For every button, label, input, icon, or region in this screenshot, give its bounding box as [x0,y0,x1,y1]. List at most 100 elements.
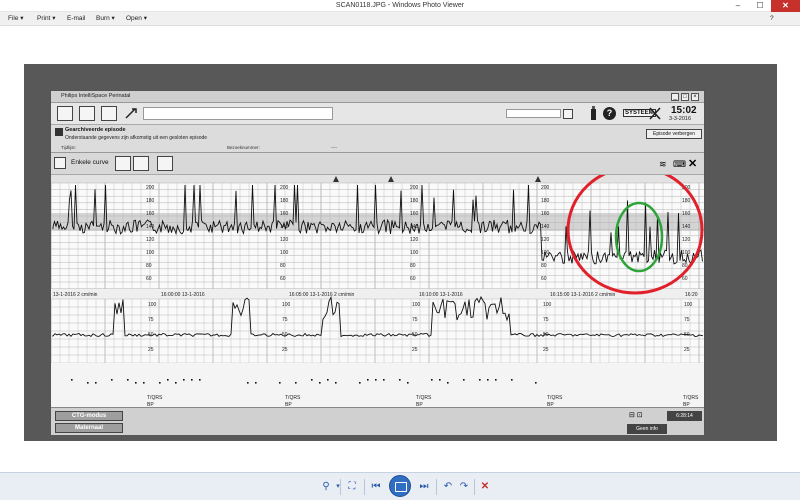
timestamp-label: 16:05:00 13-1-2016 2 cm/min [289,292,355,298]
timestamp-label: 16:20 [685,292,698,298]
viewer-toolbar: ⚲ ▾ ⛶ ⏮ ⏭ ↶ ↷ ✕ [0,472,800,500]
bp-dot [335,382,337,384]
toco-tick-label: 50 [412,332,418,338]
fhr-tick-label: 100 [280,250,289,256]
list-icon[interactable] [101,106,117,121]
bp-dot [95,382,97,384]
maternal-button[interactable]: Maternaal [55,423,123,433]
toco-tick-label: 75 [543,317,549,323]
lock-icon [55,128,63,136]
window-title: SCAN0118.JPG - Windows Photo Viewer [335,2,465,9]
fhr-tick-label: 160 [146,211,155,217]
fhr-tick-label: 140 [541,224,550,230]
episode-field-value: ---- [331,145,337,150]
keyboard-icon[interactable]: ⌨ [673,159,686,170]
toco-tick-label: 50 [148,332,154,338]
toco-tick-label: 25 [148,347,154,353]
ctg-trace-svg: 200 180 160 140 120 100 80 60 100 75 50 25 200 180 160… [51,175,704,407]
episode-field-bezoeknummer: Bezoeknummer: [227,145,260,150]
maximize-button[interactable]: ☐ [749,0,771,12]
fhr-tick-label: 140 [280,224,289,230]
episode-title: Gearchiveerde episode [65,127,126,133]
fhr-tick-label: 200 [410,185,419,191]
bp-dot [375,379,377,381]
hide-episode-button[interactable]: Episode verbergen [646,129,702,139]
fhr-tick-label: 160 [682,211,691,217]
overview-icon[interactable] [115,156,131,171]
rotate-left-icon[interactable]: ↶ [441,479,455,495]
bp-dot [175,382,177,384]
bp-dot [479,379,481,381]
previous-icon[interactable]: ⏮ [369,479,383,495]
menu-burn[interactable]: Burn ▾ [96,12,115,26]
fhr-tick-label: 200 [280,185,289,191]
back-icon[interactable] [157,156,173,171]
ctg-mode-button[interactable]: CTG-modus [55,411,123,421]
clock-date: 3-3-2016 [669,116,692,122]
fhr-tick-label: 200 [541,185,550,191]
printer-icon[interactable] [57,106,73,121]
bp-dot [159,382,161,384]
menu-file[interactable]: File ▾ [8,12,24,26]
ctg-chart: 200 180 160 140 120 100 80 60 100 75 50 25 200 180 160… [51,175,704,407]
fhr-tick-label: 120 [541,237,550,243]
app-minimize-button[interactable]: _ [671,93,679,101]
clock-time: 15:02 [671,105,697,116]
status-icons: ⊟ ⊡ [629,412,643,419]
episode-header: Gearchiveerde episode Onderstaande gegev… [51,125,704,153]
app-close-button[interactable]: × [691,93,699,101]
delete-icon[interactable]: ✕ [478,479,492,495]
bp-dot [367,379,369,381]
fhr-tick-label: 60 [682,276,688,282]
fhr-tick-label: 80 [410,263,416,269]
curve-mode-label: Enkele curve [71,159,109,166]
rotate-right-icon[interactable]: ↷ [457,479,471,495]
toco-tick-label: 100 [282,302,291,308]
zoom-icon[interactable]: ⚲ [318,479,334,495]
wave-icon[interactable]: ≋ [659,159,667,170]
menu-email[interactable]: E-mail [67,12,85,26]
tools-crossed-icon[interactable] [649,106,661,121]
patient-icon[interactable] [79,106,95,121]
fhr-tick-label: 100 [682,250,691,256]
fhr-tick-label: 60 [280,276,286,282]
fhr-tick-label: 140 [410,224,419,230]
help-icon[interactable]: ? [770,12,774,26]
menu-print[interactable]: Print ▾ [37,12,55,26]
episode-field-tijdlijst: Tijdlijst: [61,145,76,150]
annotation-icon[interactable] [133,156,149,171]
bp-dot [295,382,297,384]
fhr-tick-label: 160 [280,211,289,217]
bp-dot [87,382,89,384]
menu-open[interactable]: Open ▾ [126,12,147,26]
window-titlebar: SCAN0118.JPG - Windows Photo Viewer – ☐ … [0,0,800,12]
close-button[interactable]: ✕ [771,0,800,12]
curve-icon[interactable] [54,157,66,169]
search-field[interactable] [506,109,561,118]
minimize-button[interactable]: – [727,0,749,12]
bp-dot [311,379,313,381]
actual-size-icon[interactable]: ⛶ [345,479,359,495]
fhr-tick-label: 60 [541,276,547,282]
toco-tick-label: 25 [543,347,549,353]
slideshow-button[interactable] [389,475,411,497]
toco-tick-label: 25 [282,347,288,353]
ctg-monitor-screen: Philips IntelliSpace Perinatal _ □ × ? S… [50,90,705,435]
close-curve-icon[interactable]: ✕ [688,157,697,170]
bp-dot [143,382,145,384]
next-icon[interactable]: ⏭ [417,479,431,495]
toco-tick-label: 100 [412,302,421,308]
fhr-tick-label: 200 [146,185,155,191]
fhr-tick-label: 160 [410,211,419,217]
app-maximize-button[interactable]: □ [681,93,689,101]
bp-dot [191,379,193,381]
help-circle-icon[interactable]: ? [603,107,616,120]
no-info-button[interactable]: Geen info [627,424,667,434]
calendar-icon[interactable] [563,109,573,119]
tqrs-label: T/QRS [147,395,163,401]
tool-icon[interactable] [123,106,139,121]
toco-tick-label: 100 [543,302,552,308]
bp-dot [535,382,537,384]
app-bottombar: CTG-modus Maternaal ⊟ ⊡ 6:28:14 Geen inf… [51,407,704,435]
bp-dot [247,382,249,384]
